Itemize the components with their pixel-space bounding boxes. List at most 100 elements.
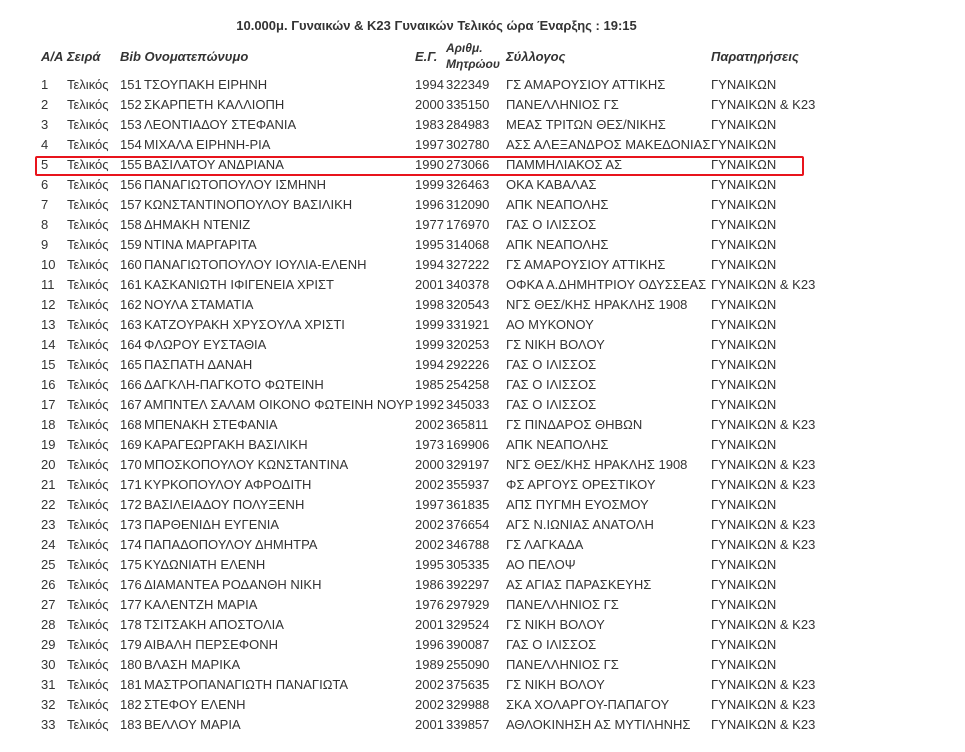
row-name: ΔΑΓΚΛΗ-ΠΑΓΚΟΤΟ ΦΩΤΕΙΝΗ: [144, 377, 324, 392]
table-row: 20 Τελικός 170 ΜΠΟΣΚΟΠΟΥΛΟΥ ΚΩΝΣΤΑΝΤΙΝΑ 2000…: [0, 455, 965, 475]
row-notes: ΓΥΝΑΙΚΩΝ: [711, 577, 777, 592]
row-bib: 178: [120, 617, 142, 632]
row-aa: 4: [41, 137, 49, 152]
table-row: 9 Τελικός 159 ΝΤΙΝΑ ΜΑΡΓΑΡΙΤΑ 1995 314068 ΑΠΚ …: [0, 235, 965, 255]
row-seira: Τελικός: [67, 397, 109, 412]
row-name: ΒΛΑΣΗ ΜΑΡΙΚΑ: [144, 657, 241, 672]
row-name: ΚΑΡΑΓΕΩΡΓΑΚΗ ΒΑΣΙΛΙΚΗ: [144, 437, 308, 452]
row-bib: 159: [120, 237, 142, 252]
row-club: ΓΑΣ Ο ΙΛΙΣΣΟΣ: [506, 397, 597, 412]
row-club: ΓΣ ΑΜΑΡΟΥΣΙΟΥ ΑΤΤΙΚΗΣ: [506, 77, 666, 92]
row-club: ΝΓΣ ΘΕΣ/ΚΗΣ ΗΡΑΚΛΗΣ 1908: [506, 457, 688, 472]
table-row: 29 Τελικός 179 ΑΙΒΑΛΗ ΠΕΡΣΕΦΟΝΗ 1996 390087 ΓΑ…: [0, 635, 965, 655]
row-seira: Τελικός: [67, 157, 109, 172]
row-club: ΝΓΣ ΘΕΣ/ΚΗΣ ΗΡΑΚΛΗΣ 1908: [506, 297, 688, 312]
row-aa: 1: [41, 77, 49, 92]
row-registry-number: 169906: [446, 437, 490, 452]
row-aa: 7: [41, 197, 49, 212]
row-aa: 13: [41, 317, 56, 332]
row-bib: 182: [120, 697, 142, 712]
row-bib: 156: [120, 177, 142, 192]
row-notes: ΓΥΝΑΙΚΩΝ: [711, 197, 777, 212]
row-club: ΠΑΜΜΗΛΙΑΚΟΣ ΑΣ: [506, 157, 623, 172]
row-name: ΚΑΛΕΝΤΖΗ ΜΑΡΙΑ: [144, 597, 258, 612]
row-seira: Τελικός: [67, 217, 109, 232]
row-name: ΒΕΛΛΟΥ ΜΑΡΙΑ: [144, 717, 241, 732]
row-notes: ΓΥΝΑΙΚΩΝ & K23: [711, 677, 816, 692]
row-bib: 179: [120, 637, 142, 652]
row-name: ΝΤΙΝΑ ΜΑΡΓΑΡΙΤΑ: [144, 237, 257, 252]
row-notes: ΓΥΝΑΙΚΩΝ: [711, 177, 777, 192]
row-aa: 9: [41, 237, 49, 252]
row-club: ΓΣ ΝΙΚΗ ΒΟΛΟΥ: [506, 677, 605, 692]
row-registry-number: 320253: [446, 337, 490, 352]
row-name: ΑΜΠΝΤΕΛ ΣΑΛΑΜ ΟΙΚΟΝΟ ΦΩΤΕΙΝΗ ΝΟΥΡ: [144, 397, 414, 412]
row-notes: ΓΥΝΑΙΚΩΝ & K23: [711, 517, 816, 532]
row-seira: Τελικός: [67, 77, 109, 92]
row-club: ΓΑΣ Ο ΙΛΙΣΣΟΣ: [506, 357, 597, 372]
row-bib: 170: [120, 457, 142, 472]
row-notes: ΓΥΝΑΙΚΩΝ & K23: [711, 537, 816, 552]
row-birth-year: 1992: [415, 397, 444, 412]
row-notes: ΓΥΝΑΙΚΩΝ: [711, 317, 777, 332]
row-club: ΦΣ ΑΡΓΟΥΣ ΟΡΕΣΤΙΚΟΥ: [506, 477, 656, 492]
row-registry-number: 176970: [446, 217, 490, 232]
row-seira: Τελικός: [67, 677, 109, 692]
row-name: ΔΙΑΜΑΝΤΕΑ ΡΟΔΑΝΘΗ ΝΙΚΗ: [144, 577, 322, 592]
row-bib: 176: [120, 577, 142, 592]
row-registry-number: 376654: [446, 517, 490, 532]
row-bib: 180: [120, 657, 142, 672]
row-notes: ΓΥΝΑΙΚΩΝ: [711, 637, 777, 652]
header-registry-number: Αριθμ. Μητρώου: [446, 40, 500, 72]
row-name: ΠΑΝΑΓΙΩΤΟΠΟΥΛΟΥ ΙΣΜΗΝΗ: [144, 177, 327, 192]
row-aa: 2: [41, 97, 49, 112]
results-table-body: 1 Τελικός 151 ΤΣΟΥΠΑΚΗ ΕΙΡΗΝΗ 1994 322349 ΓΣ Α…: [0, 75, 965, 735]
row-club: ΠΑΝΕΛΛΗΝΙΟΣ ΓΣ: [506, 597, 619, 612]
row-name: ΚΥΡΚΟΠΟΥΛΟΥ ΑΦΡΟΔΙΤΗ: [144, 477, 312, 492]
row-birth-year: 2002: [415, 677, 444, 692]
row-seira: Τελικός: [67, 237, 109, 252]
row-aa: 5: [41, 157, 49, 172]
row-aa: 19: [41, 437, 56, 452]
row-seira: Τελικός: [67, 637, 109, 652]
row-birth-year: 2002: [415, 537, 444, 552]
row-club: ΑΓΣ Ν.ΙΩΝΙΑΣ ΑΝΑΤΟΛΗ: [506, 517, 654, 532]
row-notes: ΓΥΝΑΙΚΩΝ: [711, 377, 777, 392]
row-registry-number: 305335: [446, 557, 490, 572]
row-bib: 173: [120, 517, 142, 532]
row-club: ΣΚΑ ΧΟΛΑΡΓΟΥ-ΠΑΠΑΓΟΥ: [506, 697, 670, 712]
row-birth-year: 1996: [415, 197, 444, 212]
table-row: 26 Τελικός 176 ΔΙΑΜΑΝΤΕΑ ΡΟΔΑΝΘΗ ΝΙΚΗ 1986 39…: [0, 575, 965, 595]
row-registry-number: 331921: [446, 317, 490, 332]
row-birth-year: 2001: [415, 717, 444, 732]
table-row: 15 Τελικός 165 ΠΑΣΠΑΤΗ ΔΑΝΑΗ 1994 292226 ΓΑΣ Ο…: [0, 355, 965, 375]
row-aa: 16: [41, 377, 56, 392]
row-seira: Τελικός: [67, 337, 109, 352]
row-birth-year: 2001: [415, 617, 444, 632]
row-bib: 154: [120, 137, 142, 152]
row-notes: ΓΥΝΑΙΚΩΝ & K23: [711, 477, 816, 492]
row-registry-number: 284983: [446, 117, 490, 132]
row-birth-year: 1973: [415, 437, 444, 452]
table-row: 3 Τελικός 153 ΛΕΟΝΤΙΑΔΟΥ ΣΤΕΦΑΝΙΑ 1983 284983…: [0, 115, 965, 135]
row-name: ΜΑΣΤΡΟΠΑΝΑΓΙΩΤΗ ΠΑΝΑΓΙΩΤΑ: [144, 677, 349, 692]
header-club: Σύλλογος: [506, 49, 566, 64]
row-birth-year: 1990: [415, 157, 444, 172]
header-registry-line2: Μητρώου: [446, 57, 500, 71]
header-eg: Ε.Γ.: [415, 49, 438, 64]
table-row: 27 Τελικός 177 ΚΑΛΕΝΤΖΗ ΜΑΡΙΑ 1976 297929 ΠΑΝΕ…: [0, 595, 965, 615]
row-aa: 28: [41, 617, 56, 632]
row-bib: 183: [120, 717, 142, 732]
row-name: ΝΟΥΛΑ ΣΤΑΜΑΤΙΑ: [144, 297, 254, 312]
row-club: ΑΣ ΑΓΙΑΣ ΠΑΡΑΣΚΕΥΗΣ: [506, 577, 652, 592]
row-bib: 168: [120, 417, 142, 432]
row-notes: ΓΥΝΑΙΚΩΝ & K23: [711, 97, 816, 112]
table-row: 24 Τελικός 174 ΠΑΠΑΔΟΠΟΥΛΟΥ ΔΗΜΗΤΡΑ 2002 3467…: [0, 535, 965, 555]
row-bib: 160: [120, 257, 142, 272]
row-bib: 157: [120, 197, 142, 212]
row-birth-year: 1985: [415, 377, 444, 392]
row-registry-number: 346788: [446, 537, 490, 552]
row-bib: 172: [120, 497, 142, 512]
row-bib: 169: [120, 437, 142, 452]
row-birth-year: 2002: [415, 517, 444, 532]
